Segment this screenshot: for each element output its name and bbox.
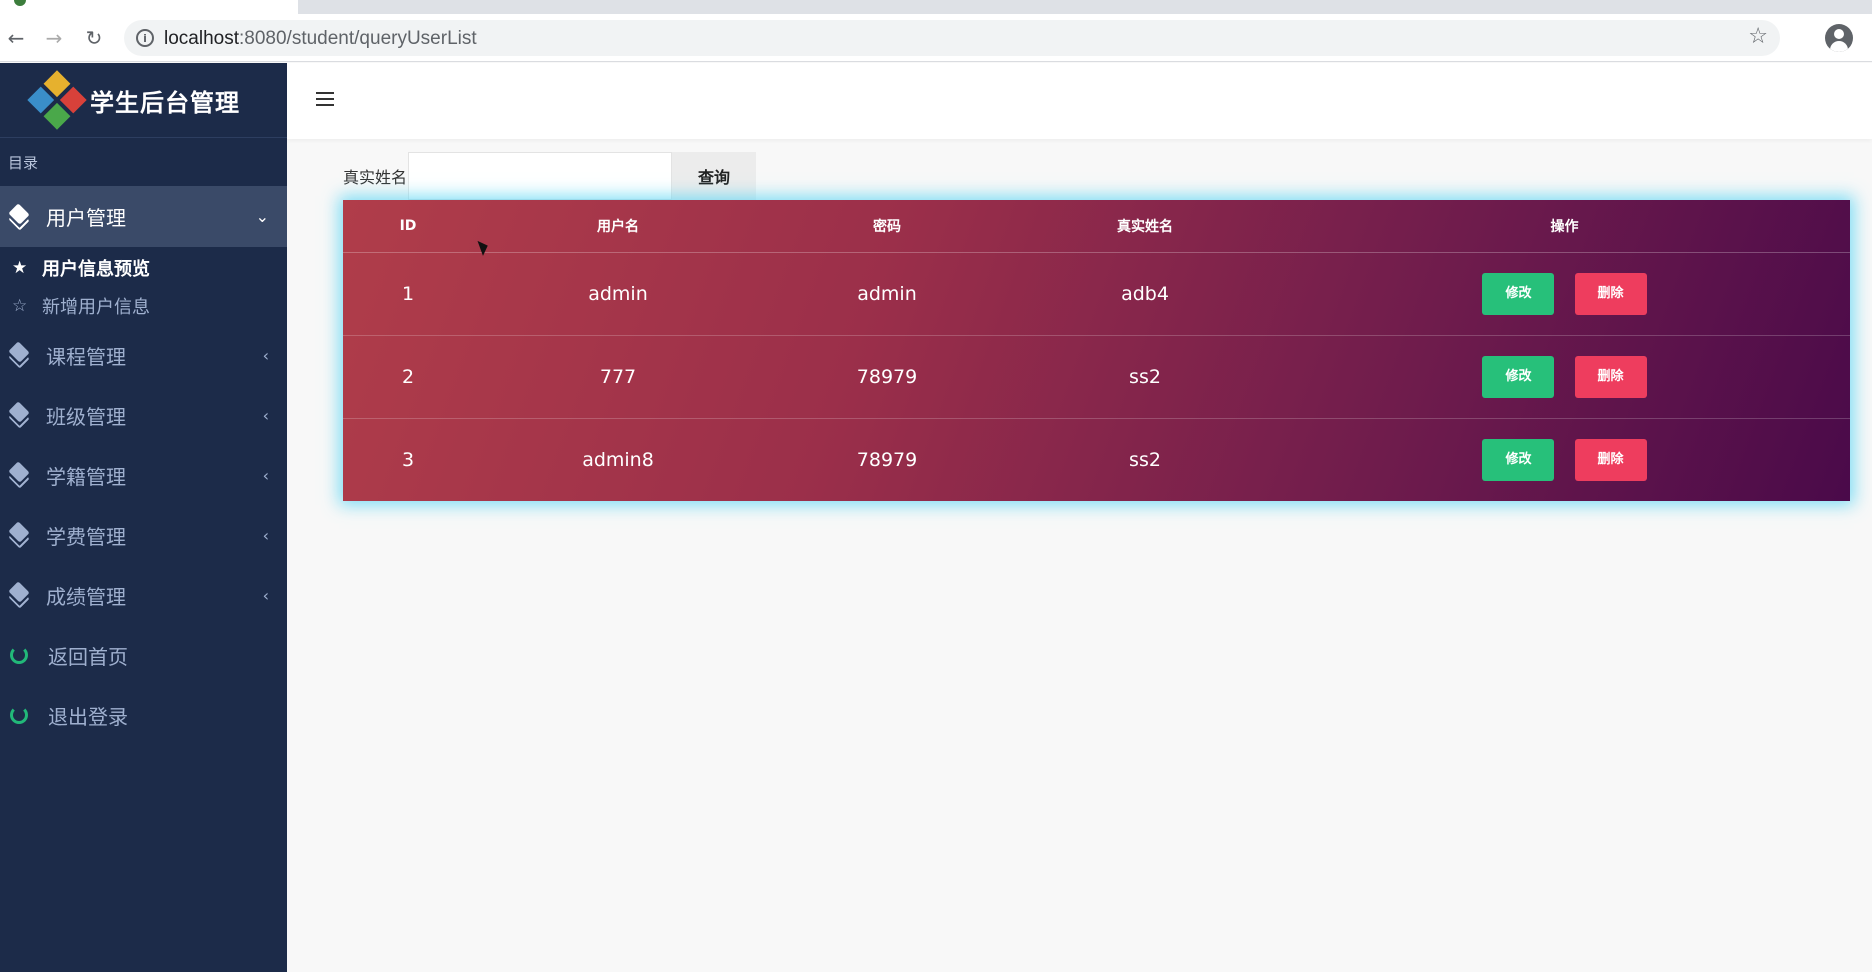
cell-realname: ss2 [1129, 448, 1161, 471]
site-info-icon[interactable]: i [136, 29, 154, 47]
url-text[interactable]: localhost:8080/student/queryUserList [164, 28, 477, 50]
column-header: ID [343, 200, 473, 253]
search-label: 真实姓名 [343, 168, 408, 187]
browser-tab[interactable] [0, 0, 298, 14]
cell-username: 777 [473, 335, 763, 419]
back-icon[interactable]: ← [2, 24, 30, 52]
submenu-user-preview[interactable]: ★ 用户信息预览 [0, 249, 287, 287]
menu-label: 用户管理 [46, 206, 126, 230]
table-header-row: ID 用户名 密码 真实姓名 操作 [343, 200, 1850, 253]
reload-icon[interactable]: ↻ [80, 24, 108, 52]
layers-icon [8, 202, 30, 231]
layers-icon [8, 521, 30, 549]
chevron-left-icon: ‹ [262, 345, 269, 365]
edit-button[interactable]: 修改 [1482, 272, 1555, 315]
layers-icon [8, 461, 30, 489]
refresh-circle-icon [10, 646, 28, 664]
menu-tuition-management[interactable]: 学费管理 ‹ [0, 505, 287, 565]
column-header: 真实姓名 [1011, 200, 1279, 253]
cell-password: admin [763, 252, 1011, 336]
menu-label: 学籍管理 [46, 464, 126, 489]
browser-tab-strip [0, 0, 1872, 14]
column-header: 用户名 [473, 200, 763, 253]
column-header: 密码 [763, 200, 1011, 253]
cell-id: 2 [343, 335, 473, 419]
edit-button[interactable]: 修改 [1482, 355, 1555, 398]
forward-icon[interactable]: → [40, 24, 68, 52]
search-button[interactable]: 查询 [672, 152, 757, 200]
cell-actions: 修改 删除 [1279, 335, 1850, 419]
menu-grade-management[interactable]: 成绩管理 ‹ [0, 565, 287, 625]
chevron-left-icon: ‹ [262, 585, 269, 605]
address-bar[interactable]: i localhost:8080/student/queryUserList ☆ [124, 20, 1780, 56]
search-form: 真实姓名 查询 [343, 152, 757, 200]
cell-actions: 修改 删除 [1279, 252, 1850, 336]
brand[interactable]: 学生后台管理 [0, 63, 287, 138]
table-row: 1 admin admin adb4 修改 删除 [343, 252, 1850, 336]
refresh-circle-icon [10, 706, 28, 724]
menu-label: 成绩管理 [46, 584, 126, 609]
realname-search-input[interactable] [408, 152, 673, 200]
menu-label: 退出登录 [48, 704, 128, 729]
user-table-container: ID 用户名 密码 真实姓名 操作 1 admin admin adb4 修改 … [343, 200, 1850, 501]
layers-icon [8, 341, 30, 369]
cell-id: 3 [401, 448, 415, 471]
profile-avatar-icon[interactable] [1825, 24, 1853, 52]
logo-icon [27, 70, 87, 130]
hamburger-menu-icon[interactable] [316, 92, 334, 106]
url-host: localhost [164, 28, 239, 49]
submenu-label: 新增用户信息 [42, 297, 150, 318]
menu-class-management[interactable]: 班级管理 ‹ [0, 385, 287, 445]
menu-user-management[interactable]: 用户管理 ⌄ [0, 186, 287, 247]
tab-favicon-icon [14, 0, 26, 6]
sidebar: 学生后台管理 目录 用户管理 ⌄ ★ 用户信息预览 ☆ 新增用户信息 课程管理 … [0, 63, 287, 972]
chevron-down-icon: ⌄ [255, 207, 269, 226]
cell-realname: adb4 [1011, 252, 1279, 336]
cell-username: admin [473, 252, 763, 336]
chevron-left-icon: ‹ [262, 525, 269, 545]
layers-icon [8, 401, 30, 429]
menu-course-management[interactable]: 课程管理 ‹ [0, 325, 287, 385]
url-path: :8080/student/queryUserList [239, 28, 477, 49]
menu-label: 学费管理 [46, 524, 126, 549]
menu-logout-link[interactable]: 退出登录 [0, 685, 287, 745]
column-header: 操作 [1279, 200, 1850, 253]
menu-label: 课程管理 [46, 344, 126, 369]
table-row: 3 admin8 78979 ss2 修改 删除 [343, 418, 1850, 501]
cell-actions: 修改 删除 [1279, 418, 1850, 501]
section-label: 目录 [8, 154, 39, 172]
browser-toolbar: ← → ↻ i localhost:8080/student/queryUser… [0, 14, 1872, 62]
edit-button[interactable]: 修改 [1482, 438, 1555, 481]
cell-id: 1 [343, 252, 473, 336]
table-row: 2 777 78979 ss2 修改 删除 [343, 335, 1850, 419]
chevron-left-icon: ‹ [262, 465, 269, 485]
cell-password: 78979 [856, 448, 918, 471]
submenu-label: 用户信息预览 [42, 259, 150, 280]
bookmark-star-icon[interactable]: ☆ [1748, 24, 1768, 49]
menu-label: 返回首页 [48, 644, 128, 669]
delete-button[interactable]: 删除 [1574, 438, 1647, 481]
submenu-add-user[interactable]: ☆ 新增用户信息 [0, 287, 287, 325]
menu-status-management[interactable]: 学籍管理 ‹ [0, 445, 287, 505]
chevron-left-icon: ‹ [262, 405, 269, 425]
menu-home-link[interactable]: 返回首页 [0, 625, 287, 685]
user-table: ID 用户名 密码 真实姓名 操作 1 admin admin adb4 修改 … [343, 200, 1850, 501]
delete-button[interactable]: 删除 [1574, 272, 1647, 315]
cell-username: admin8 [582, 448, 654, 471]
cell-password: 78979 [763, 335, 1011, 419]
layers-icon [8, 581, 30, 609]
brand-title: 学生后台管理 [90, 88, 240, 117]
menu-label: 班级管理 [46, 404, 126, 429]
delete-button[interactable]: 删除 [1574, 355, 1647, 398]
star-outline-icon: ☆ [12, 296, 28, 316]
cell-realname: ss2 [1011, 335, 1279, 419]
top-bar [287, 63, 1872, 139]
star-filled-icon: ★ [12, 258, 28, 278]
